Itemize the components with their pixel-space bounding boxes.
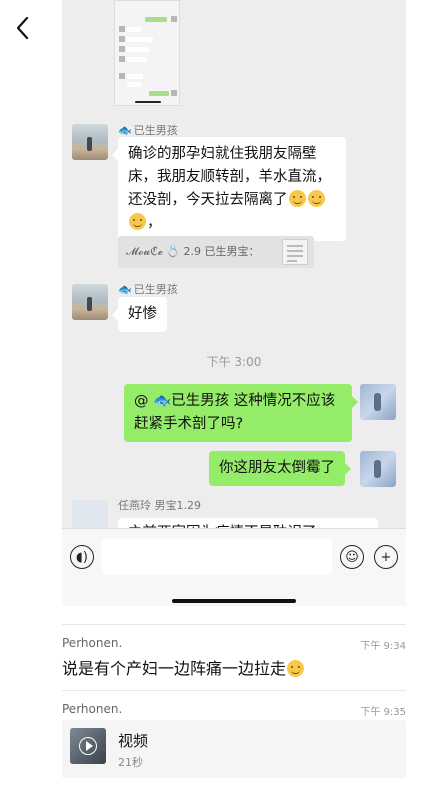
fish-icon: 🐟 bbox=[118, 283, 132, 296]
sender-name: 🐟 已生男孩 bbox=[118, 283, 178, 296]
chevron-left-icon[interactable] bbox=[12, 14, 34, 42]
mini-screenshot-thumbnail bbox=[114, 0, 180, 106]
sender-name: 任燕玲 男宝1.29 bbox=[118, 499, 201, 512]
message-bubble[interactable]: 确诊的那孕妇就住我朋友隔壁床，我朋友顺转剖，羊水直流，还没剖，今天拉去隔离了， bbox=[112, 137, 346, 241]
comment-author[interactable]: Perhonen. bbox=[62, 702, 122, 716]
my-avatar[interactable] bbox=[360, 451, 396, 487]
comment-time: 下午 9:35 bbox=[360, 707, 406, 718]
outgoing-message-bubble[interactable]: 你这朋友太倒霉了 bbox=[209, 451, 351, 486]
message-input[interactable] bbox=[102, 539, 332, 575]
voice-icon[interactable]: ◖) bbox=[70, 545, 94, 569]
emoji-icon[interactable]: ☺ bbox=[340, 545, 364, 569]
quote-thumbnail bbox=[282, 239, 308, 265]
chat-input-bar: ◖) ☺ + bbox=[62, 528, 406, 606]
comment-item: Perhonen. 下午 9:35 bbox=[62, 702, 406, 720]
divider bbox=[62, 624, 406, 625]
grimace-emoji-icon bbox=[287, 660, 305, 677]
comment-item: Perhonen. 下午 9:34 说是有个产妇一边阵痛一边拉走 bbox=[62, 636, 406, 682]
chat-timestamp: 下午 3:00 bbox=[206, 355, 262, 369]
comment-author[interactable]: Perhonen. bbox=[62, 636, 122, 650]
video-duration: 21秒 bbox=[118, 756, 143, 769]
sender-name: 🐟 已生男孩 bbox=[118, 124, 178, 137]
avatar[interactable] bbox=[72, 124, 108, 160]
video-title: 视频 bbox=[118, 732, 149, 750]
home-indicator bbox=[172, 599, 296, 603]
message-bubble[interactable]: 好惨 bbox=[112, 297, 167, 332]
divider bbox=[62, 690, 406, 691]
play-icon[interactable] bbox=[79, 737, 97, 755]
comment-time: 下午 9:34 bbox=[360, 641, 406, 652]
fish-icon: 🐟 bbox=[118, 124, 132, 137]
outgoing-message-bubble[interactable]: @ 🐟已生男孩 这种情况不应该赶紧手术剖了吗? bbox=[124, 384, 358, 442]
grimace-emoji-icon bbox=[288, 190, 306, 207]
chat-screenshot: 🐟 已生男孩 确诊的那孕妇就住我朋友隔壁床，我朋友顺转剖，羊水直流，还没剖，今天拉… bbox=[62, 0, 406, 606]
page-root: 🐟 已生男孩 确诊的那孕妇就住我朋友隔壁床，我朋友顺转剖，羊水直流，还没剖，今天拉… bbox=[0, 0, 421, 800]
quoted-message[interactable]: 𝓜𝓸𝓾ℭ̃𝓮 💍 2.9 已生男宝： bbox=[118, 236, 314, 268]
comment-text: 说是有个产妇一边阵痛一边拉走 bbox=[62, 655, 305, 679]
my-avatar[interactable] bbox=[360, 384, 396, 420]
video-attachment[interactable]: 视频 21秒 bbox=[62, 720, 406, 778]
grimace-emoji-icon bbox=[307, 190, 325, 207]
grimace-emoji-icon bbox=[129, 213, 146, 230]
avatar[interactable] bbox=[72, 284, 108, 320]
video-thumbnail[interactable] bbox=[70, 728, 106, 764]
plus-icon[interactable]: + bbox=[374, 545, 398, 569]
